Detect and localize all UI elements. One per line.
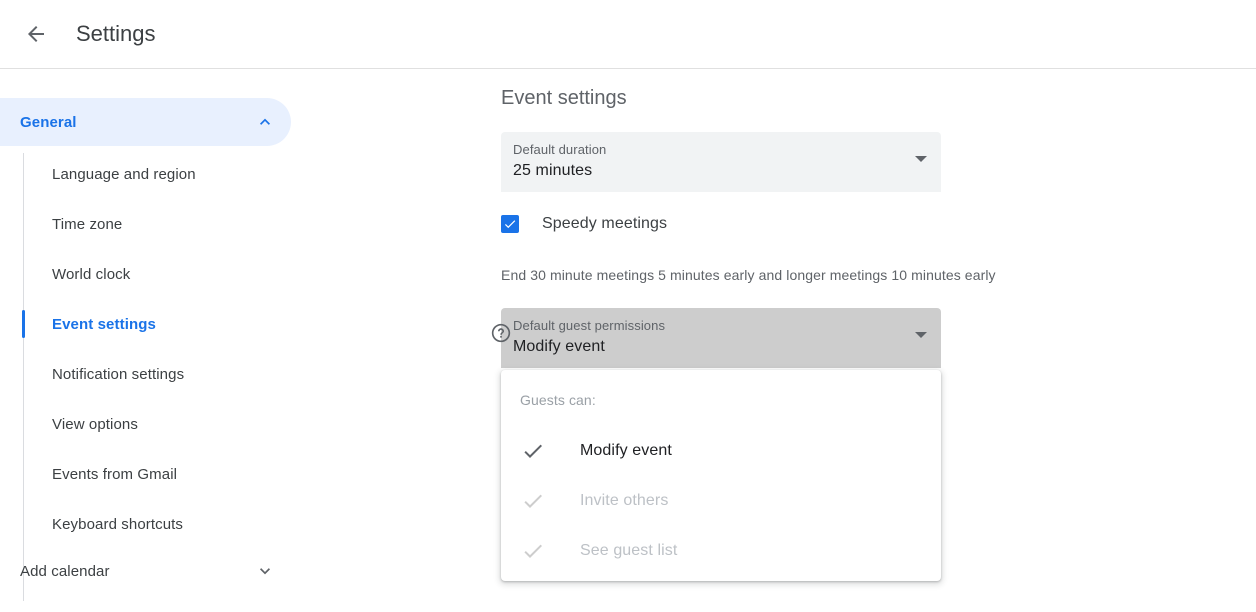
back-button[interactable]: [12, 10, 60, 58]
speedy-meetings-label: Speedy meetings: [542, 215, 667, 233]
default-guest-permissions-label: Default guest permissions: [513, 318, 665, 333]
check-icon: [521, 539, 545, 563]
check-icon: [521, 489, 545, 513]
menu-item-invite-others[interactable]: Invite others: [501, 476, 941, 526]
section-title: Event settings: [501, 87, 627, 110]
menu-item-modify-event[interactable]: Modify event: [501, 426, 941, 476]
menu-item-label: Invite others: [580, 492, 668, 510]
sidebar-item-notification-settings[interactable]: Notification settings: [0, 349, 470, 399]
sidebar-item-world-clock[interactable]: World clock: [0, 249, 470, 299]
guest-permissions-menu: Guests can: Modify event Invite others S…: [501, 370, 941, 581]
sidebar-nav-list: Language and region Time zone World cloc…: [0, 149, 470, 549]
speedy-meetings-checkbox[interactable]: [501, 215, 519, 233]
arrow-left-icon: [24, 22, 48, 46]
triangle-down-icon: [915, 332, 929, 346]
sidebar-item-label: Keyboard shortcuts: [52, 516, 183, 533]
sidebar-item-events-from-gmail[interactable]: Events from Gmail: [0, 449, 470, 499]
default-duration-select[interactable]: Default duration 25 minutes: [501, 132, 941, 192]
sidebar-item-label: Time zone: [52, 216, 122, 233]
menu-item-label: See guest list: [580, 542, 677, 560]
sidebar-item-label: View options: [52, 416, 138, 433]
app-header: Settings: [0, 0, 1256, 68]
settings-sidebar: General Language and region Time zone Wo…: [0, 69, 470, 612]
sidebar-item-keyboard-shortcuts[interactable]: Keyboard shortcuts: [0, 499, 470, 549]
check-icon: [521, 439, 545, 463]
sidebar-item-language-and-region[interactable]: Language and region: [0, 149, 470, 199]
default-guest-permissions-value: Modify event: [513, 338, 605, 356]
menu-item-label: Modify event: [580, 442, 672, 460]
sidebar-item-label: Notification settings: [52, 366, 184, 383]
sidebar-item-label: Events from Gmail: [52, 466, 177, 483]
speedy-meetings-row[interactable]: Speedy meetings: [501, 212, 667, 236]
help-circle-icon[interactable]: [490, 322, 512, 344]
sidebar-item-view-options[interactable]: View options: [0, 399, 470, 449]
chevron-up-icon[interactable]: [255, 112, 275, 132]
page-title: Settings: [76, 20, 156, 48]
chevron-down-icon[interactable]: [255, 561, 275, 581]
speedy-meetings-helper-text: End 30 minute meetings 5 minutes early a…: [501, 267, 996, 283]
sidebar-item-label: Language and region: [52, 166, 196, 183]
default-guest-permissions-select[interactable]: Default guest permissions Modify event: [501, 308, 941, 368]
sidebar-section-add-calendar[interactable]: Add calendar: [0, 547, 291, 595]
default-duration-value: 25 minutes: [513, 162, 592, 180]
sidebar-section-general[interactable]: General: [0, 98, 291, 146]
sidebar-section-label: General: [20, 114, 77, 131]
sidebar-item-time-zone[interactable]: Time zone: [0, 199, 470, 249]
sidebar-item-event-settings[interactable]: Event settings: [0, 299, 470, 349]
menu-item-see-guest-list[interactable]: See guest list: [501, 526, 941, 576]
sidebar-item-label: Event settings: [52, 316, 156, 333]
menu-caption: Guests can:: [520, 392, 596, 408]
sidebar-item-label: World clock: [52, 266, 130, 283]
default-duration-label: Default duration: [513, 142, 606, 157]
triangle-down-icon: [915, 156, 929, 170]
add-calendar-label: Add calendar: [20, 563, 110, 580]
